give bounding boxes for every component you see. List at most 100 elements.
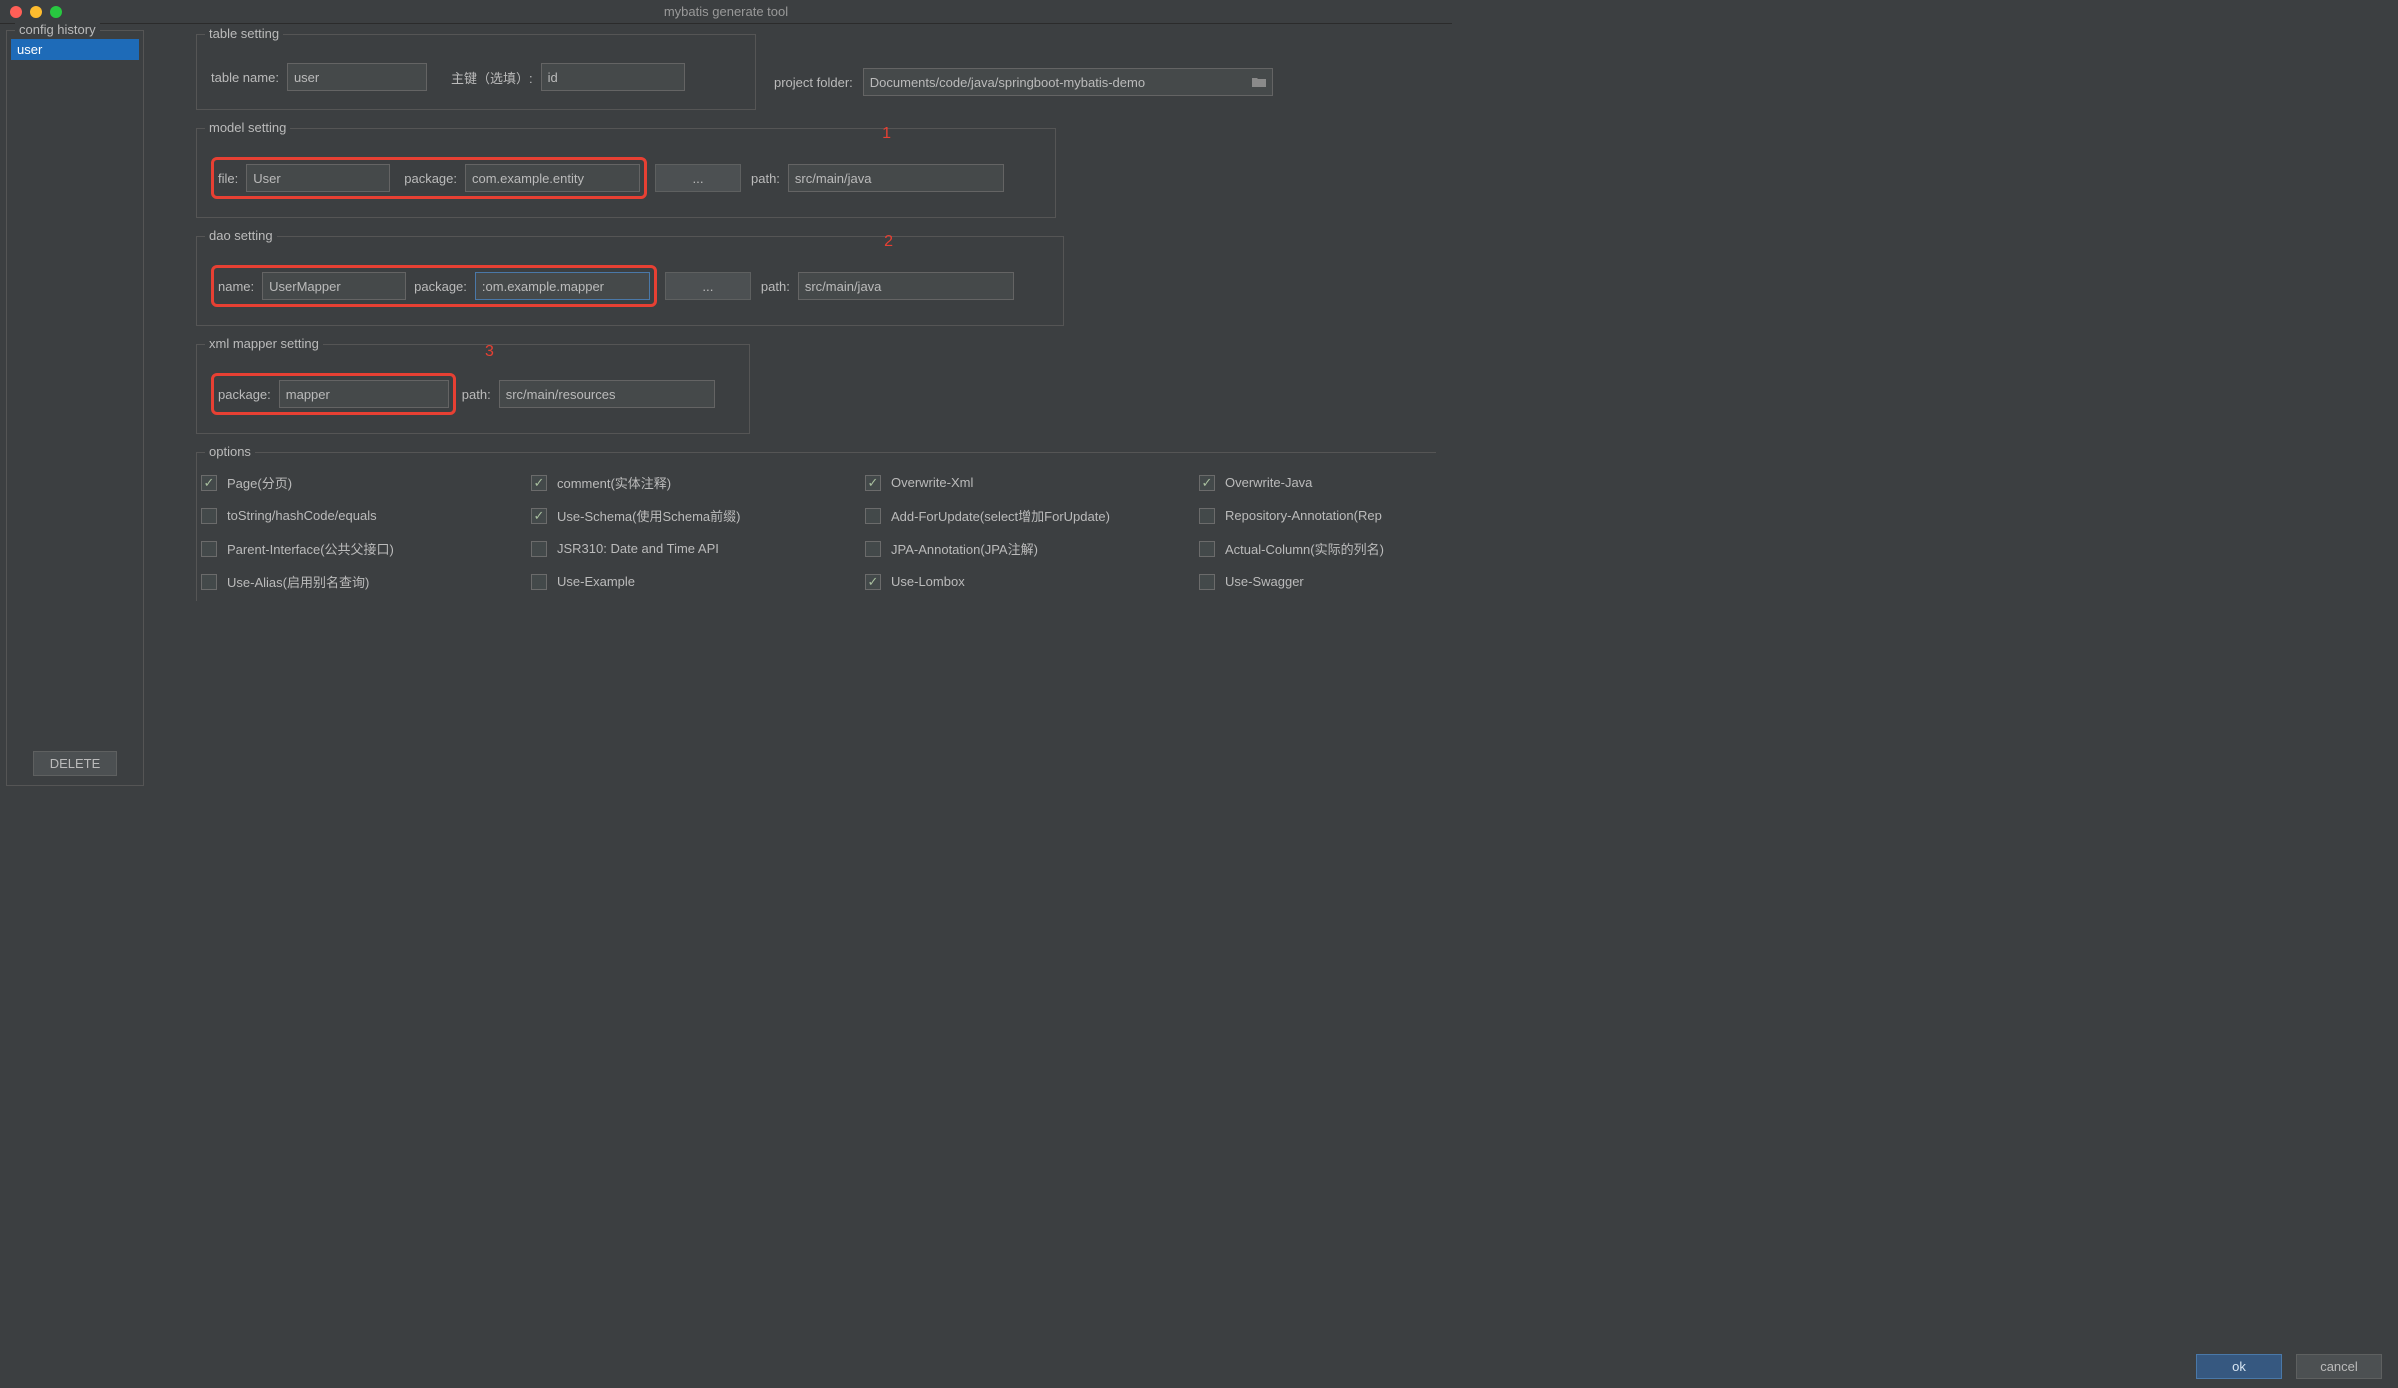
checkbox-icon[interactable] — [865, 541, 881, 557]
option-checkbox[interactable]: Use-Schema(使用Schema前缀) — [531, 506, 865, 525]
xml-setting-legend: xml mapper setting — [205, 336, 323, 351]
option-checkbox[interactable]: Overwrite-Java — [1199, 473, 1432, 492]
xml-package-input[interactable] — [279, 380, 449, 408]
config-history-list[interactable]: user — [11, 39, 139, 745]
option-checkbox[interactable]: Add-ForUpdate(select增加ForUpdate) — [865, 506, 1199, 525]
option-label: Parent-Interface(公共父接口) — [227, 539, 394, 558]
options-group: options Page(分页)comment(实体注释)Overwrite-X… — [196, 452, 1436, 601]
delete-button[interactable]: DELETE — [33, 751, 118, 776]
sidebar: config history user DELETE — [0, 24, 150, 796]
minimize-icon[interactable] — [30, 6, 42, 18]
dao-package-input[interactable] — [475, 272, 650, 300]
dao-setting-legend: dao setting — [205, 228, 277, 243]
xml-path-label: path: — [462, 387, 491, 402]
table-setting-legend: table setting — [205, 26, 283, 41]
close-icon[interactable] — [10, 6, 22, 18]
window-controls — [0, 6, 62, 18]
xml-redbox: package: — [211, 373, 456, 415]
option-label: Overwrite-Xml — [891, 475, 973, 490]
xml-package-label: package: — [218, 387, 271, 402]
project-folder-input[interactable] — [863, 68, 1273, 96]
checkbox-icon[interactable] — [201, 475, 217, 491]
option-label: Overwrite-Java — [1225, 475, 1312, 490]
option-label: comment(实体注释) — [557, 473, 671, 492]
annotation-2: 2 — [884, 233, 893, 251]
main-panel: table setting table name: 主键（选填）: projec… — [150, 24, 1452, 796]
cancel-button[interactable]: cancel — [2296, 1354, 2382, 1379]
dao-setting-group: dao setting 2 name: package: ... path: — [196, 236, 1064, 326]
option-checkbox[interactable]: Overwrite-Xml — [865, 473, 1199, 492]
option-checkbox[interactable]: Page(分页) — [201, 473, 531, 492]
checkbox-icon[interactable] — [865, 574, 881, 590]
option-checkbox[interactable]: Use-Swagger — [1199, 572, 1432, 591]
model-package-input[interactable] — [465, 164, 640, 192]
option-label: Use-Schema(使用Schema前缀) — [557, 506, 741, 525]
dao-browse-button[interactable]: ... — [665, 272, 751, 300]
checkbox-icon[interactable] — [1199, 475, 1215, 491]
dao-path-label: path: — [761, 279, 790, 294]
option-checkbox[interactable]: Parent-Interface(公共父接口) — [201, 539, 531, 558]
option-label: Add-ForUpdate(select增加ForUpdate) — [891, 506, 1110, 525]
option-checkbox[interactable]: JSR310: Date and Time API — [531, 539, 865, 558]
option-label: Use-Example — [557, 574, 635, 589]
checkbox-icon[interactable] — [1199, 508, 1215, 524]
config-history-item[interactable]: user — [11, 39, 139, 60]
option-label: JPA-Annotation(JPA注解) — [891, 539, 1038, 558]
annotation-3: 3 — [485, 343, 494, 361]
option-label: Page(分页) — [227, 473, 292, 492]
checkbox-icon[interactable] — [531, 574, 547, 590]
checkbox-icon[interactable] — [201, 508, 217, 524]
model-browse-button[interactable]: ... — [655, 164, 741, 192]
option-checkbox[interactable]: Use-Example — [531, 572, 865, 591]
model-package-label: package: — [404, 171, 457, 186]
table-setting-group: table setting table name: 主键（选填）: — [196, 34, 756, 110]
model-path-label: path: — [751, 171, 780, 186]
window-title: mybatis generate tool — [664, 4, 788, 19]
checkbox-icon[interactable] — [1199, 541, 1215, 557]
table-name-label: table name: — [211, 70, 279, 85]
checkbox-icon[interactable] — [201, 574, 217, 590]
model-setting-group: model setting 1 file: package: ... path: — [196, 128, 1056, 218]
titlebar: mybatis generate tool — [0, 0, 1452, 24]
dao-path-input[interactable] — [798, 272, 1014, 300]
maximize-icon[interactable] — [50, 6, 62, 18]
annotation-1: 1 — [882, 125, 891, 143]
checkbox-icon[interactable] — [865, 508, 881, 524]
dao-package-label: package: — [414, 279, 467, 294]
pk-label: 主键（选填）: — [451, 68, 533, 87]
model-file-input[interactable] — [246, 164, 390, 192]
table-name-input[interactable] — [287, 63, 427, 91]
option-checkbox[interactable]: Repository-Annotation(Rep — [1199, 506, 1432, 525]
option-checkbox[interactable]: Use-Lombox — [865, 572, 1199, 591]
option-label: Actual-Column(实际的列名) — [1225, 539, 1384, 558]
checkbox-icon[interactable] — [531, 541, 547, 557]
checkbox-icon[interactable] — [865, 475, 881, 491]
option-checkbox[interactable]: JPA-Annotation(JPA注解) — [865, 539, 1199, 558]
option-label: Use-Swagger — [1225, 574, 1304, 589]
pk-input[interactable] — [541, 63, 685, 91]
option-checkbox[interactable]: Use-Alias(启用别名查询) — [201, 572, 531, 591]
folder-icon[interactable] — [1251, 76, 1267, 88]
model-file-label: file: — [218, 171, 238, 186]
checkbox-icon[interactable] — [531, 508, 547, 524]
project-folder-row: project folder: — [774, 68, 1273, 96]
ok-button[interactable]: ok — [2196, 1354, 2282, 1379]
config-history-legend: config history — [15, 22, 100, 37]
model-setting-legend: model setting — [205, 120, 290, 135]
project-folder-label: project folder: — [774, 75, 853, 90]
option-checkbox[interactable]: comment(实体注释) — [531, 473, 865, 492]
option-label: Repository-Annotation(Rep — [1225, 508, 1382, 523]
option-checkbox[interactable]: Actual-Column(实际的列名) — [1199, 539, 1432, 558]
checkbox-icon[interactable] — [1199, 574, 1215, 590]
dao-name-input[interactable] — [262, 272, 406, 300]
option-label: toString/hashCode/equals — [227, 508, 377, 523]
checkbox-icon[interactable] — [531, 475, 547, 491]
option-label: Use-Lombox — [891, 574, 965, 589]
option-checkbox[interactable]: toString/hashCode/equals — [201, 506, 531, 525]
dao-redbox: name: package: — [211, 265, 657, 307]
model-redbox: file: package: — [211, 157, 647, 199]
checkbox-icon[interactable] — [201, 541, 217, 557]
model-path-input[interactable] — [788, 164, 1004, 192]
xml-path-input[interactable] — [499, 380, 715, 408]
xml-setting-group: xml mapper setting 3 package: path: — [196, 344, 750, 434]
